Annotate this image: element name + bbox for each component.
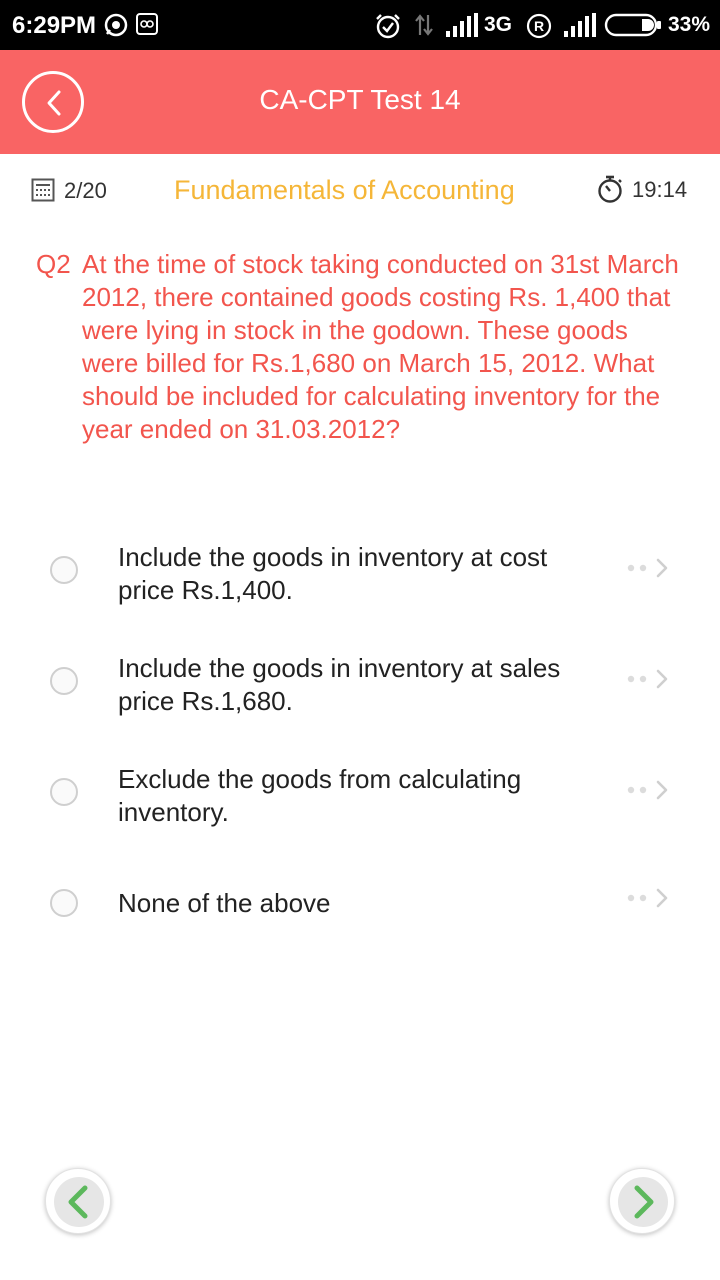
radio-button[interactable] [50, 889, 78, 917]
radio-button[interactable] [50, 778, 78, 806]
page-title: CA-CPT Test 14 [259, 84, 461, 115]
next-question-button[interactable] [609, 1168, 675, 1234]
signal-icon-2 [564, 13, 596, 37]
answer-option-1[interactable]: Include the goods in inventory at cost p… [0, 538, 720, 638]
more-arrow-icon[interactable] [626, 779, 672, 801]
roaming-icon: R [526, 13, 552, 39]
quiz-info-bar: 2/20 Fundamentals of Accounting 19:14 [0, 160, 720, 220]
option-label: None of the above [118, 888, 331, 918]
whatsapp-icon [104, 13, 128, 37]
svg-text:R: R [534, 18, 544, 34]
previous-question-button[interactable] [45, 1168, 111, 1234]
signal-icon [446, 13, 478, 37]
option-label: Exclude the goods from calculating inven… [118, 764, 522, 827]
radio-button[interactable] [50, 556, 78, 584]
alarm-icon [376, 14, 400, 39]
answer-option-2[interactable]: Include the goods in inventory at sales … [0, 649, 720, 749]
option-label: Include the goods in inventory at cost p… [118, 542, 548, 605]
network-type: 3G [484, 13, 513, 36]
app-header: CA-CPT Test 14 [0, 50, 720, 154]
question-progress: 2/20 [64, 178, 107, 203]
status-time: 6:29PM [12, 12, 97, 39]
more-arrow-icon[interactable] [626, 557, 672, 579]
more-arrow-icon[interactable] [626, 668, 672, 690]
data-transfer-icon [415, 14, 433, 36]
app-notification-icon [136, 13, 158, 35]
answer-option-3[interactable]: Exclude the goods from calculating inven… [0, 760, 720, 860]
subject-title: Fundamentals of Accounting [174, 175, 515, 205]
chevron-left-icon [68, 1185, 88, 1219]
more-arrow-icon[interactable] [626, 887, 672, 909]
countdown-timer: 19:14 [632, 177, 688, 202]
question-text: At the time of stock taking conducted on… [82, 249, 679, 444]
battery-icon [604, 13, 661, 37]
battery-percent: 33% [668, 13, 711, 36]
stopwatch-icon [598, 175, 622, 203]
answer-option-4[interactable]: None of the above [0, 871, 720, 971]
question-number: Q2 [36, 249, 71, 279]
radio-button[interactable] [50, 667, 78, 695]
chevron-right-icon [634, 1185, 654, 1219]
status-bar: 6:29PM 3G R 33% [0, 0, 720, 50]
question-list-icon[interactable] [31, 178, 55, 202]
option-label: Include the goods in inventory at sales … [118, 653, 561, 716]
